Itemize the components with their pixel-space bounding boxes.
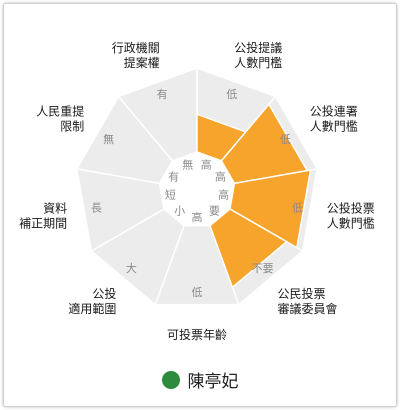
tick-label: 不要 [252, 262, 274, 275]
axis-label: 人數門檻 [234, 55, 282, 70]
tick-label: 大 [126, 261, 137, 275]
radar-chart: 低高低高低高不要要低高大小長短無有有無公投提議人數門檻公投連署人數門檻公投投票人… [19, 40, 375, 342]
axis-label: 人民重提 [36, 104, 84, 119]
tick-label: 無 [103, 132, 114, 146]
axis-label: 人數門檻 [310, 119, 358, 134]
axis-label: 公投投票 [327, 201, 375, 216]
tick-label: 高 [201, 158, 212, 172]
axis-label: 人數門檻 [327, 216, 375, 231]
axis-label: 補正期間 [19, 217, 67, 231]
legend-marker [161, 370, 180, 389]
tick-label: 低 [226, 88, 237, 101]
legend: 陳亭妃 [0, 367, 400, 392]
axis-label: 可投票年齡 [167, 327, 227, 342]
axis-label: 行政機關 [112, 40, 160, 55]
axis-label: 適用範圍 [68, 301, 116, 316]
tick-label: 長 [91, 202, 102, 215]
tick-label: 低 [292, 202, 303, 215]
axis-label: 公投 [92, 286, 116, 301]
axis-label: 提案權 [124, 55, 160, 70]
tick-label: 高 [218, 188, 229, 202]
tick-label: 低 [192, 286, 203, 299]
axis-label: 審議委員會 [278, 301, 338, 316]
axis-label: 公投提議 [234, 40, 282, 55]
axis-label: 限制 [60, 120, 84, 134]
tick-label: 有 [157, 87, 168, 101]
legend-label: 陳亭妃 [187, 372, 239, 392]
tick-label: 低 [280, 133, 291, 146]
tick-label: 有 [168, 170, 179, 184]
axis-label: 公民投票 [278, 286, 326, 301]
axis-label: 公投連署 [310, 104, 358, 119]
tick-label: 高 [192, 210, 203, 224]
axis-label: 資料 [43, 202, 67, 216]
tick-label: 小 [174, 205, 185, 218]
tick-label: 無 [182, 158, 193, 172]
tick-label: 短 [165, 188, 176, 202]
tick-label: 高 [215, 170, 226, 184]
tick-label: 要 [209, 205, 220, 218]
